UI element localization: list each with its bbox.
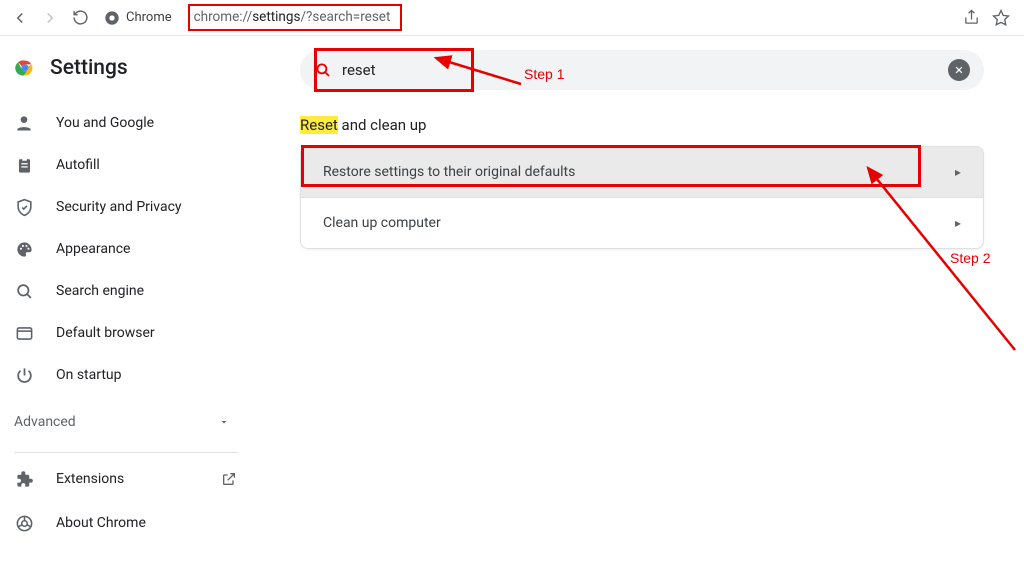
sidebar-item-label: Search engine — [56, 283, 144, 299]
restore-settings-label: Restore settings to their original defau… — [323, 164, 575, 180]
cleanup-computer-row[interactable]: Clean up computer ▸ — [301, 197, 983, 248]
advanced-label: Advanced — [14, 414, 76, 430]
settings-search-input[interactable] — [342, 61, 938, 79]
share-icon[interactable] — [962, 9, 980, 27]
search-icon — [314, 61, 332, 79]
sidebar-item-about-chrome[interactable]: About Chrome — [0, 501, 252, 545]
sidebar-item-security[interactable]: Security and Privacy — [0, 186, 252, 228]
browser-toolbar: Chrome chrome://settings/?search=reset — [0, 0, 1024, 36]
shield-icon — [14, 197, 34, 217]
clear-search-button[interactable] — [948, 59, 970, 81]
extensions-label: Extensions — [56, 471, 124, 487]
highlight-text: Reset — [300, 116, 338, 134]
settings-sidebar: Settings You and Google Autofill Securit… — [0, 36, 260, 567]
sidebar-item-label: You and Google — [56, 115, 154, 131]
forward-button[interactable] — [38, 6, 62, 30]
palette-icon — [14, 239, 34, 259]
address-bar[interactable]: chrome://settings/?search=reset — [188, 4, 403, 31]
sidebar-advanced-toggle[interactable]: Advanced — [0, 400, 252, 444]
open-in-new-icon — [220, 470, 238, 488]
power-icon — [14, 365, 34, 385]
back-button[interactable] — [8, 6, 32, 30]
extension-icon — [14, 469, 34, 489]
section-title-reset: Reset and clean up — [300, 116, 984, 134]
about-label: About Chrome — [56, 515, 146, 531]
chevron-right-icon: ▸ — [955, 216, 961, 230]
sidebar-item-search-engine[interactable]: Search engine — [0, 270, 252, 312]
sidebar-item-label: Appearance — [56, 241, 130, 257]
cleanup-computer-label: Clean up computer — [323, 215, 441, 231]
person-icon — [14, 113, 34, 133]
sidebar-item-extensions[interactable]: Extensions — [0, 457, 252, 501]
sidebar-item-label: Autofill — [56, 157, 100, 173]
chrome-outline-icon — [14, 513, 34, 533]
settings-title: Settings — [50, 56, 128, 80]
chevron-right-icon: ▸ — [955, 165, 961, 179]
browser-label: Chrome — [126, 10, 172, 25]
sidebar-item-appearance[interactable]: Appearance — [0, 228, 252, 270]
chrome-icon — [104, 10, 120, 26]
settings-main: Reset and clean up Restore settings to t… — [260, 36, 1024, 567]
sidebar-item-autofill[interactable]: Autofill — [0, 144, 252, 186]
clipboard-icon — [14, 155, 34, 175]
sidebar-item-label: Default browser — [56, 325, 155, 341]
chrome-logo-icon — [14, 57, 36, 79]
sidebar-item-on-startup[interactable]: On startup — [0, 354, 252, 396]
chevron-down-icon — [218, 416, 230, 428]
settings-header: Settings — [0, 54, 252, 102]
reload-button[interactable] — [68, 6, 92, 30]
sidebar-item-label: On startup — [56, 367, 122, 383]
settings-search-bar[interactable] — [300, 50, 984, 90]
sidebar-item-label: Security and Privacy — [56, 199, 182, 215]
browser-origin-chip: Chrome — [104, 10, 172, 26]
browser-window-icon — [14, 323, 34, 343]
search-icon — [14, 281, 34, 301]
sidebar-divider — [14, 452, 238, 453]
sidebar-item-default-browser[interactable]: Default browser — [0, 312, 252, 354]
reset-card: Restore settings to their original defau… — [300, 146, 984, 249]
star-icon[interactable] — [992, 9, 1010, 27]
restore-settings-row[interactable]: Restore settings to their original defau… — [301, 147, 983, 197]
sidebar-item-you-and-google[interactable]: You and Google — [0, 102, 252, 144]
